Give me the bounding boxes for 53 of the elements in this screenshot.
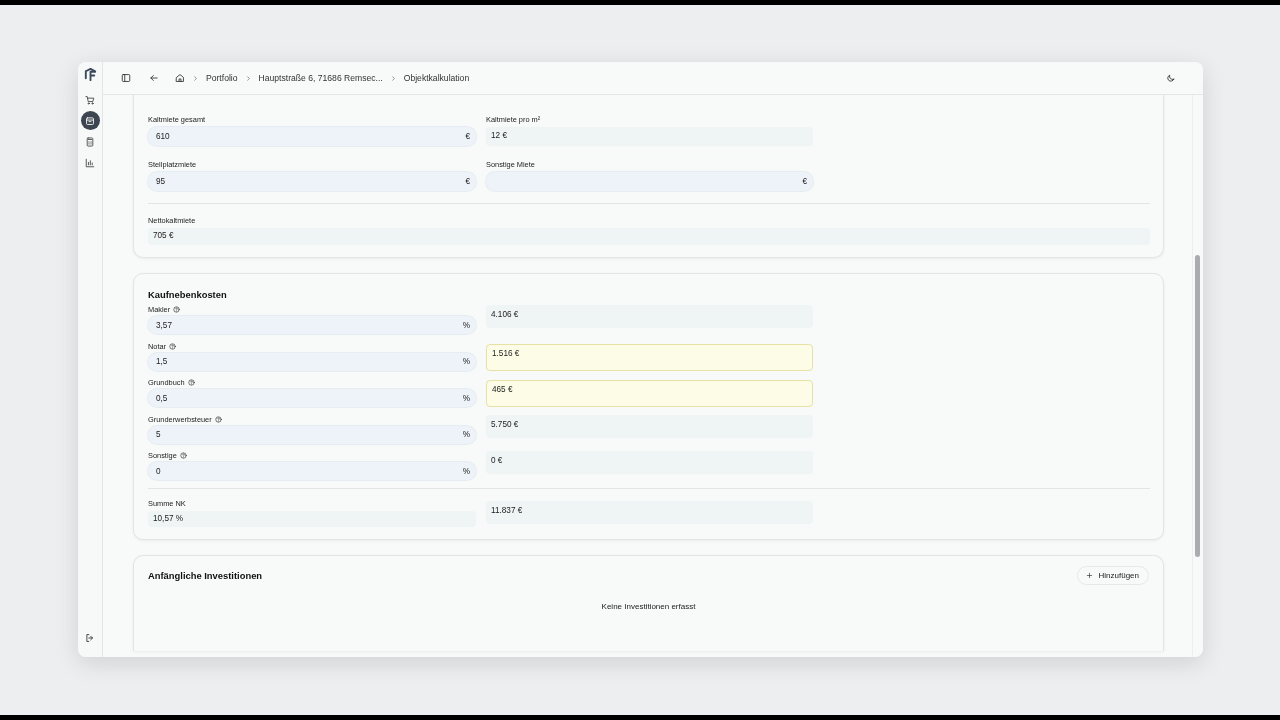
- breadcrumb-link[interactable]: Hauptstraße 6, 71686 Remsec...: [258, 73, 383, 83]
- bar-chart-icon: [85, 157, 95, 168]
- input-field[interactable]: 610 €: [148, 127, 476, 146]
- computed-value: 5.750 €: [486, 414, 813, 438]
- section-title: Kaufnebenkosten: [148, 289, 228, 300]
- logout-icon[interactable]: [85, 633, 95, 643]
- unit-label: %: [462, 393, 470, 403]
- add-button[interactable]: Hinzufügen: [1076, 565, 1149, 585]
- unit-label: %: [462, 466, 470, 476]
- scrollbar-thumb[interactable]: [1195, 255, 1200, 557]
- sidebar-toggle-icon[interactable]: [121, 73, 131, 83]
- home-icon[interactable]: [175, 73, 185, 83]
- computed-value: 465 €: [486, 380, 813, 407]
- plus-icon: [1085, 571, 1093, 579]
- chevron-right-icon: [389, 74, 397, 82]
- info-icon: [187, 379, 195, 386]
- breadcrumb-link[interactable]: Objektkalkulation: [403, 73, 470, 83]
- computed-value: 0 €: [486, 451, 813, 474]
- calculator-icon: [85, 136, 95, 147]
- unit-label: %: [462, 320, 470, 330]
- unit-label: €: [465, 132, 470, 141]
- computed-value: 12 €: [486, 127, 813, 146]
- unit-label: %: [462, 430, 470, 439]
- chevron-right-icon: [192, 74, 199, 82]
- input-field[interactable]: 1,5 %: [148, 352, 476, 371]
- computed-value: 1.516 €: [486, 343, 813, 371]
- info-icon: [173, 306, 181, 313]
- breadcrumb-link[interactable]: Portfolio: [206, 73, 238, 83]
- empty-state-text: Keine Investitionen erfasst: [601, 601, 696, 611]
- unit-label: %: [462, 357, 470, 366]
- info-icon: [214, 415, 222, 423]
- input-field[interactable]: €: [486, 172, 813, 191]
- unit-label: €: [465, 177, 470, 186]
- sidebar-item[interactable]: [80, 111, 100, 130]
- input-field[interactable]: 0 %: [148, 462, 476, 480]
- input-field[interactable]: 5 %: [148, 425, 476, 444]
- info-icon: [169, 342, 177, 350]
- computed-value: 11.837 €: [486, 500, 813, 524]
- input-field[interactable]: 3,57 %: [148, 316, 476, 334]
- cart-icon: [85, 94, 95, 105]
- input-field[interactable]: 95 €: [148, 172, 476, 191]
- info-icon: [179, 452, 187, 459]
- computed-value: 4.106 €: [486, 305, 813, 328]
- section-title: Anfängliche Investitionen: [148, 569, 263, 581]
- back-arrow-icon[interactable]: [149, 73, 159, 83]
- chevron-right-icon: [244, 74, 252, 82]
- computed-value: 10,57 %: [148, 510, 476, 527]
- box-icon: [85, 115, 95, 126]
- moon-icon[interactable]: [1166, 73, 1176, 83]
- logo-icon: [82, 66, 98, 83]
- input-field[interactable]: 0,5 %: [148, 389, 476, 407]
- unit-label: €: [802, 177, 807, 186]
- computed-value: 705 €: [148, 228, 1150, 245]
